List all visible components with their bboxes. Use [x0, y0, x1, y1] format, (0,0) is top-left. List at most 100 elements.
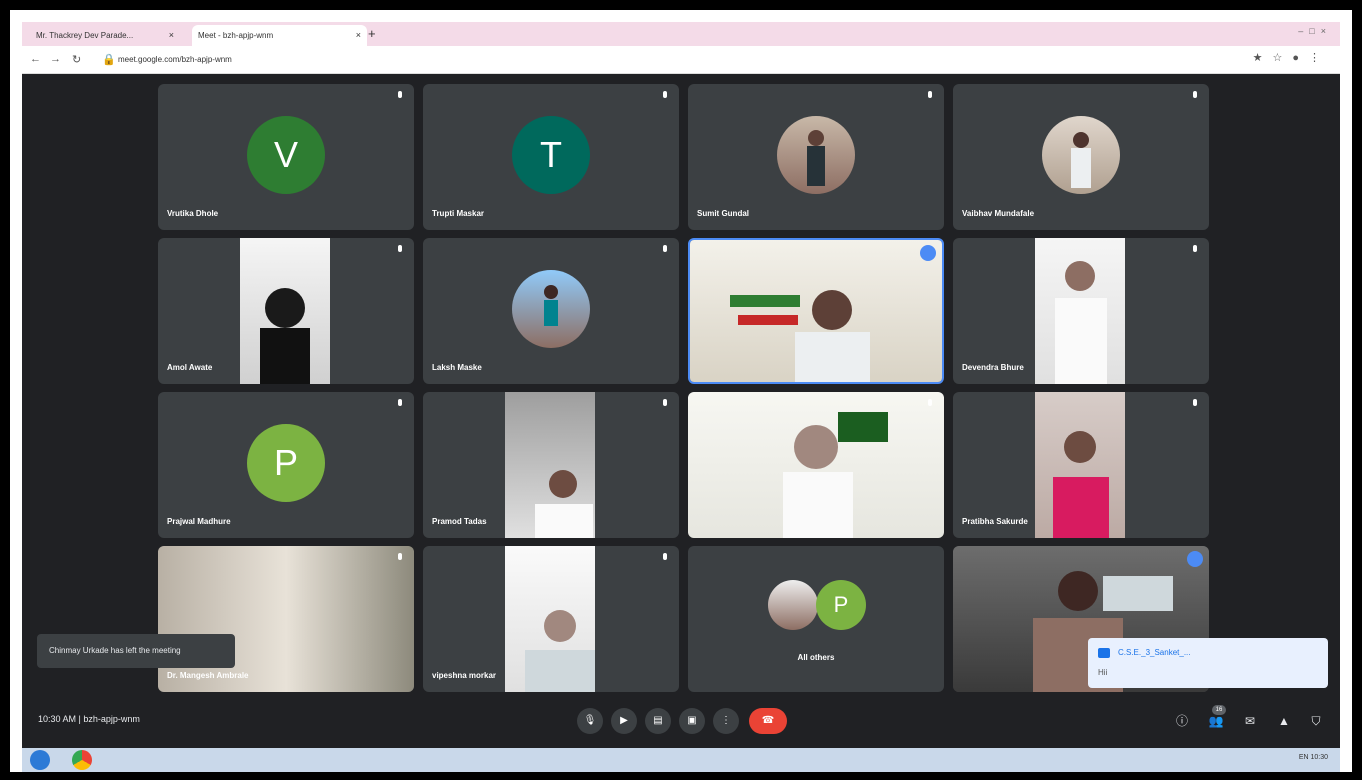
meeting-controls-bar: 10:30 AM | bzh-apjp-wnm 🎙 ▶ ▤ ▣ ⋮ ☎ ⓘ 👥 … [22, 694, 1340, 748]
participant-tile[interactable] [688, 392, 944, 538]
participant-video [1035, 238, 1125, 384]
participant-tile[interactable]: Sumit Gundal [688, 84, 944, 230]
close-tab-icon[interactable]: × [169, 25, 174, 46]
participant-name: vipeshna morkar [432, 671, 497, 680]
participant-tile[interactable]: Vaibhav Mundafale [953, 84, 1209, 230]
participant-avatar: T [512, 116, 590, 194]
more-options-button[interactable]: ⋮ [713, 708, 739, 734]
browser-tab-strip: Mr. Thackrey Dev Parade... × Meet - bzh-… [22, 22, 1340, 46]
people-count-badge: 16 [1212, 705, 1226, 715]
participant-video [688, 392, 944, 538]
window-controls[interactable]: –□× [1298, 26, 1332, 36]
participant-photo [777, 116, 855, 194]
participant-name: Prajwal Madhure [167, 517, 231, 526]
participant-tile[interactable]: Pratibha Sakurde [953, 392, 1209, 538]
browser-tab-active[interactable]: Meet - bzh-apjp-wnm × [192, 25, 367, 46]
mic-muted-icon [663, 245, 667, 252]
mic-muted-icon [1193, 245, 1197, 252]
info-icon[interactable]: ⓘ [1172, 711, 1192, 731]
participant-tile-active-speaker[interactable] [688, 238, 944, 384]
mic-muted-icon [663, 399, 667, 406]
mic-muted-icon [398, 399, 402, 406]
participant-tile[interactable]: V Vrutika Dhole [158, 84, 414, 230]
participant-video [1035, 392, 1125, 538]
participant-video [505, 546, 595, 692]
participant-photo [512, 270, 590, 348]
meeting-time: 10:30 AM [38, 714, 77, 724]
participant-name: Dr. Mangesh Ambrale [167, 671, 249, 680]
participant-video [240, 238, 330, 384]
participant-name: Pratibha Sakurde [962, 517, 1028, 526]
chat-message: Hii [1098, 668, 1108, 677]
reload-icon[interactable]: ↻ [72, 53, 81, 66]
participant-tile[interactable]: T Trupti Maskar [423, 84, 679, 230]
browser-tab[interactable]: Mr. Thackrey Dev Parade... × [30, 25, 180, 46]
participant-tile[interactable]: Laksh Maske [423, 238, 679, 384]
participant-name: Trupti Maskar [432, 209, 485, 218]
meeting-details: 10:30 AM | bzh-apjp-wnm [38, 714, 140, 724]
participant-video [690, 240, 942, 382]
participant-name: Sumit Gundal [697, 209, 749, 218]
mic-button[interactable]: 🎙 [577, 708, 603, 734]
others-tile[interactable]: P All others [688, 546, 944, 692]
mic-muted-icon [663, 553, 667, 560]
participant-tile[interactable]: vipeshna morkar [423, 546, 679, 692]
back-icon[interactable]: ← [30, 53, 41, 65]
participant-name: Amol Awate [167, 363, 213, 372]
browser-toolbar: ← → ↻ 🔒 meet.google.com/bzh-apjp-wnm ★☆●… [22, 46, 1340, 74]
participant-avatar: P [816, 580, 866, 630]
tab-title: Meet - bzh-apjp-wnm [198, 31, 274, 40]
mic-muted-icon [928, 91, 932, 98]
close-tab-icon[interactable]: × [356, 25, 361, 46]
start-button-icon[interactable] [30, 750, 50, 770]
mic-muted-icon [928, 399, 932, 406]
os-taskbar: EN 10:30 [22, 748, 1340, 772]
chat-sender: C.S.E._3_Sanket_... [1118, 648, 1191, 657]
chat-icon[interactable]: ✉ [1240, 711, 1260, 731]
people-icon[interactable]: 👥 16 [1206, 705, 1226, 731]
people-glyph: 👥 [1208, 714, 1224, 728]
activities-icon[interactable]: ▲ [1274, 711, 1294, 731]
participant-left-toast: Chinmay Urkade has left the meeting [37, 634, 235, 668]
participant-photo [1042, 116, 1120, 194]
participant-name: Pramod Tadas [432, 517, 487, 526]
chat-notification[interactable]: C.S.E._3_Sanket_... Hii [1088, 638, 1328, 688]
new-tab-button[interactable]: + [368, 26, 376, 41]
chrome-taskbar-icon[interactable] [72, 750, 92, 770]
chat-bubble-icon [1098, 648, 1110, 658]
browser-extension-icons[interactable]: ★☆●⋮ [1253, 51, 1330, 64]
present-button[interactable]: ▣ [679, 708, 705, 734]
host-controls-icon[interactable]: ⛉ [1306, 711, 1326, 731]
participant-video [505, 392, 595, 538]
participant-photo [768, 580, 818, 630]
participant-name: Devendra Bhure [962, 363, 1024, 372]
lock-icon: 🔒 [102, 54, 116, 66]
captions-button[interactable]: ▤ [645, 708, 671, 734]
meet-stage: V Vrutika Dhole T Trupti Maskar Sumit Gu… [22, 74, 1340, 748]
speaking-indicator-icon [1187, 551, 1203, 567]
participant-name: Vrutika Dhole [167, 209, 219, 218]
forward-icon[interactable]: → [50, 53, 61, 65]
address-bar[interactable]: meet.google.com/bzh-apjp-wnm [118, 52, 1218, 68]
mic-muted-icon [398, 553, 402, 560]
participant-tile[interactable]: Amol Awate [158, 238, 414, 384]
mic-muted-icon [1193, 91, 1197, 98]
meeting-separator: | [78, 714, 81, 724]
participant-tile[interactable]: Pramod Tadas [423, 392, 679, 538]
camera-button[interactable]: ▶ [611, 708, 637, 734]
participant-name: Laksh Maske [432, 363, 482, 372]
mic-muted-icon [398, 245, 402, 252]
system-tray[interactable]: EN 10:30 [1299, 754, 1328, 761]
tab-title: Mr. Thackrey Dev Parade... [36, 31, 134, 40]
participant-tile[interactable]: P Prajwal Madhure [158, 392, 414, 538]
speaking-indicator-icon [920, 245, 936, 261]
leave-call-button[interactable]: ☎ [749, 708, 787, 734]
meeting-code: bzh-apjp-wnm [83, 714, 140, 724]
participant-tile[interactable]: Devendra Bhure [953, 238, 1209, 384]
others-label: All others [797, 653, 835, 662]
participant-tile[interactable]: Dr. Mangesh Ambrale [158, 546, 414, 692]
mic-muted-icon [663, 91, 667, 98]
participant-name: Vaibhav Mundafale [962, 209, 1035, 218]
participant-avatar: P [247, 424, 325, 502]
participant-avatar: V [247, 116, 325, 194]
